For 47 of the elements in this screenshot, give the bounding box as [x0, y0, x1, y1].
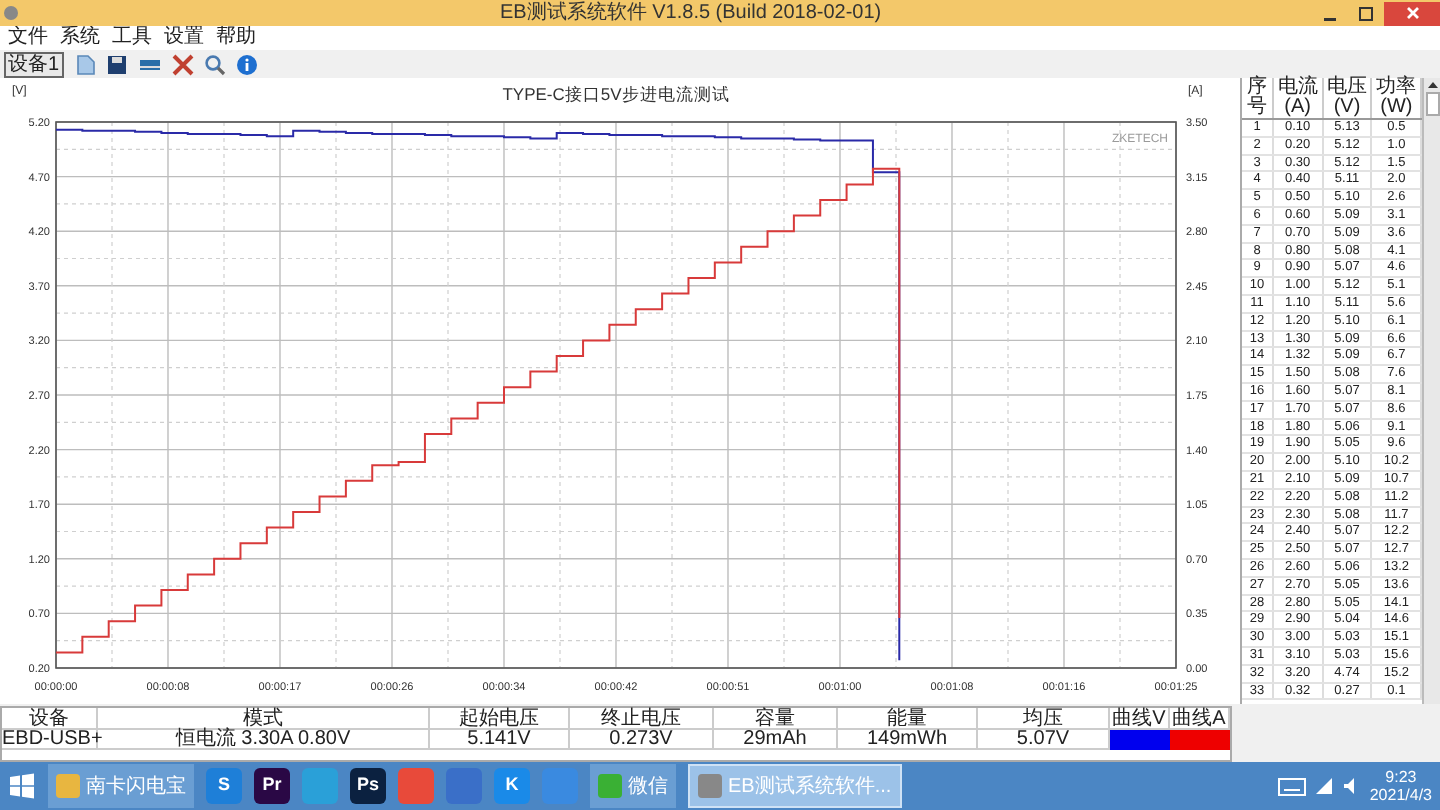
column-header: 模式	[98, 708, 430, 728]
column-header[interactable]: 电压(V)	[1323, 78, 1373, 118]
close-button[interactable]	[1384, 1, 1440, 25]
info-icon[interactable]	[235, 53, 258, 75]
menu-item[interactable]: 帮助	[216, 26, 256, 50]
table-cell: 恒电流 3.30A 0.80V	[98, 730, 430, 748]
app-icon[interactable]: Ps	[350, 768, 386, 804]
menu-item[interactable]: 文件	[8, 26, 48, 50]
maximize-icon[interactable]	[1356, 3, 1376, 23]
table-cell: 5.141V	[430, 730, 570, 748]
column-header: 能量	[838, 708, 978, 728]
column-header: 均压	[978, 708, 1110, 728]
app-icon[interactable]: S	[206, 768, 242, 804]
window-title: EB测试系统软件 V1.8.5 (Build 2018-02-01)	[500, 1, 882, 25]
table-cell: 149mWh	[838, 730, 978, 748]
scrollbar[interactable]	[1422, 78, 1440, 704]
curve-swatch[interactable]	[1110, 730, 1170, 750]
column-header: 设备	[2, 708, 98, 728]
table-cell: 29mAh	[714, 730, 838, 748]
chart-title: TYPE-C接口5V步进电流测试	[502, 84, 730, 104]
app-icon[interactable]: Pr	[254, 768, 290, 804]
table-cell: EBD-USB+	[2, 730, 98, 748]
menu-item[interactable]: 工具	[112, 26, 152, 50]
column-header: 曲线A	[1170, 708, 1230, 728]
menu-item[interactable]: 设置	[164, 26, 204, 50]
scroll-thumb[interactable]	[1425, 92, 1439, 116]
keyboard-icon[interactable]	[1277, 777, 1306, 795]
table-cell: 0.273V	[570, 730, 714, 748]
column-header: 曲线V	[1110, 708, 1170, 728]
windows-icon[interactable]	[8, 772, 36, 800]
column-header[interactable]: 电流(A)	[1274, 78, 1324, 118]
menu-item[interactable]: 系统	[60, 26, 100, 50]
curve-swatch[interactable]	[1170, 730, 1230, 750]
clock-time[interactable]: 9:23	[1385, 768, 1417, 786]
column-header: 起始电压	[430, 708, 570, 728]
network-icon[interactable]	[1313, 776, 1334, 796]
scroll-up-icon[interactable]	[1425, 78, 1439, 92]
clock-date[interactable]: 2021/4/3	[1369, 786, 1432, 804]
save-icon[interactable]	[105, 53, 128, 75]
app-icon	[4, 6, 18, 20]
column-header: 终止电压	[570, 708, 714, 728]
app-icon[interactable]: K	[494, 768, 530, 804]
search-icon[interactable]	[203, 53, 226, 75]
close-icon	[1405, 6, 1419, 20]
device-button[interactable]: 设备1	[4, 51, 64, 77]
column-header[interactable]: 序号	[1242, 78, 1274, 118]
column-header: 容量	[714, 708, 838, 728]
